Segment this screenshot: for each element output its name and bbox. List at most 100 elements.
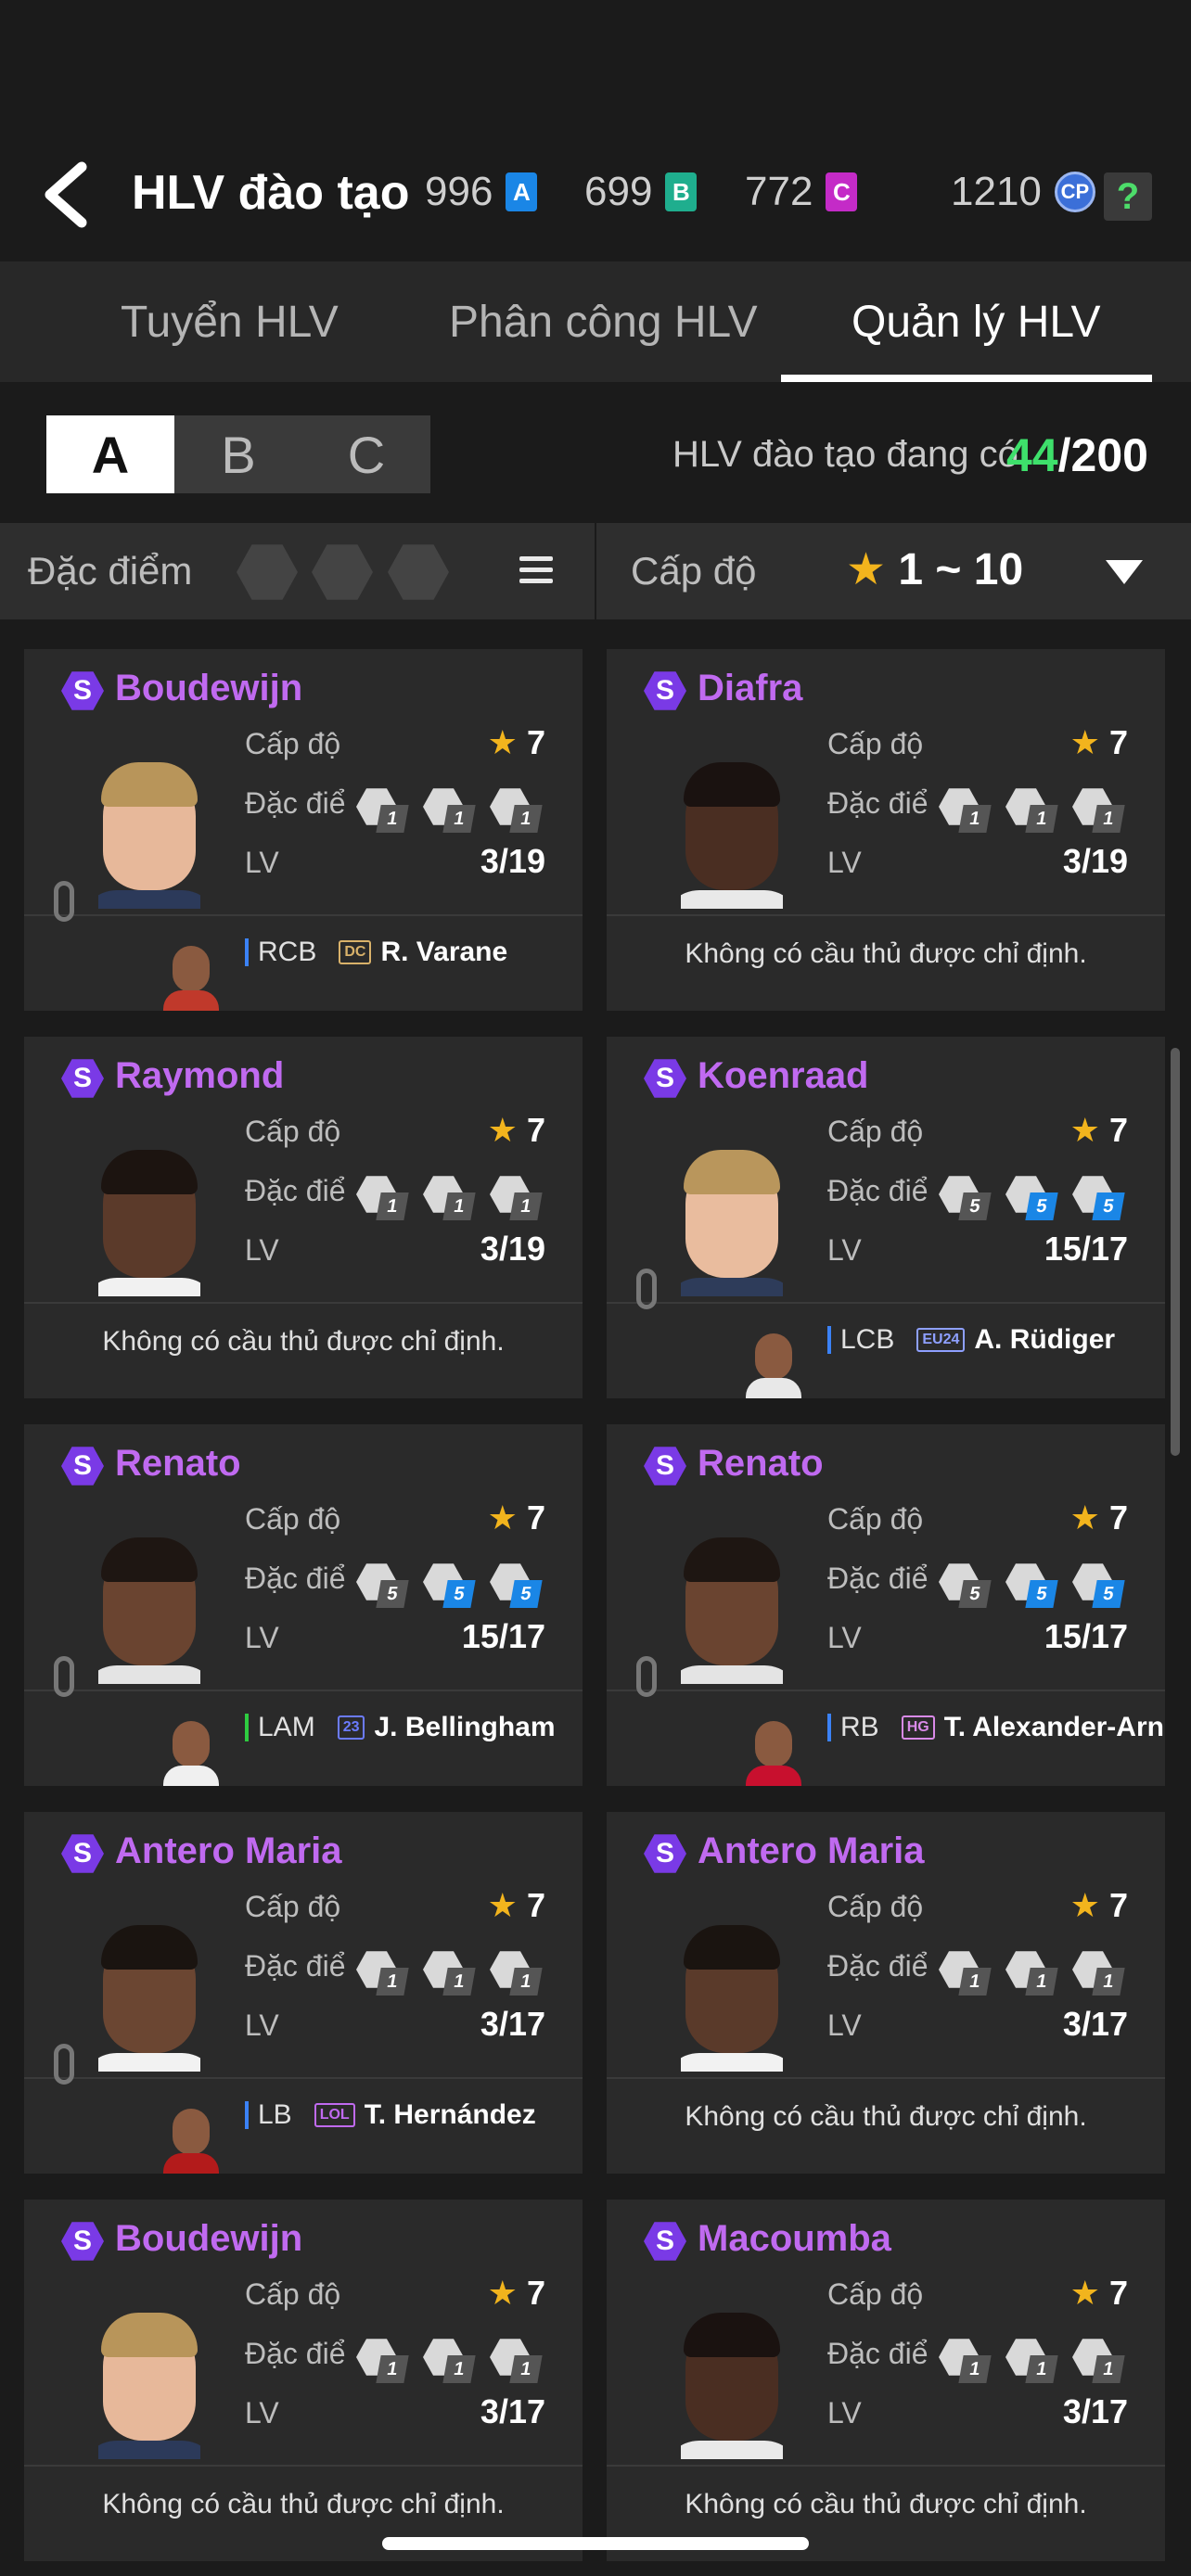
lv-label: LV: [827, 2396, 862, 2429]
coach-count-current: 44: [1006, 429, 1058, 481]
assigned-player[interactable]: LB LOL T. Hernández: [245, 2099, 536, 2131]
star-icon: ★: [487, 2274, 518, 2312]
coach-level: ★ 7: [488, 1498, 545, 1537]
level-range[interactable]: ★ 1 ~ 10: [846, 543, 1023, 595]
coach-portrait: [681, 1914, 783, 2072]
trait-list: 1 1 1: [356, 2337, 543, 2383]
trait-label: Đặc điểm: [245, 2337, 347, 2370]
no-player-text: Không có cầu thủ được chỉ định.: [102, 2489, 505, 2519]
home-indicator: [382, 2537, 809, 2550]
trait-icon: 1: [939, 786, 992, 833]
lv-label: LV: [827, 1621, 862, 1654]
coach-card[interactable]: S Antero Maria Cấp độ ★ 7 Đặc điểm 1 1 1 LV 3/17 K…: [607, 1812, 1165, 2174]
level-range-value: 1 ~ 10: [886, 545, 1024, 594]
coach-level-value: 7: [526, 723, 545, 761]
no-player-text: Không có cầu thủ được chỉ định.: [685, 2489, 1087, 2519]
star-icon: ★: [1069, 2274, 1100, 2312]
trait-icon: 1: [423, 1949, 476, 1996]
assigned-player[interactable]: LCB EU24 A. Rüdiger: [827, 1324, 1115, 1356]
level-label: Cấp độ: [827, 1115, 924, 1148]
coach-portrait: [98, 751, 200, 909]
card-divider: [24, 2077, 583, 2079]
trait-icon: 1: [356, 1174, 409, 1220]
filter-bar: Đặc điểm c Cấp độ ★ 1 ~ 10: [0, 523, 1191, 619]
coach-card[interactable]: S RenatoCấp độ ★ 7 Đặc điểm 5 5 5 LV 15/17 RB HG T.…: [607, 1424, 1165, 1786]
trait-level: 1: [1025, 2355, 1058, 2383]
trait-label: Đặc điểm: [827, 1949, 929, 1983]
assigned-player[interactable]: LAM 23 J. Bellingham: [245, 1712, 556, 1743]
segment-c[interactable]: C: [302, 415, 430, 493]
coach-card[interactable]: S Koenraad Cấp độ ★ 7 Đặc điểm 5 5 5 LV 15/17 LCB E…: [607, 1037, 1165, 1398]
currency-c-icon: C: [826, 172, 858, 211]
assigned-player[interactable]: RB HG T. Alexander-Arnold: [827, 1712, 1165, 1743]
player-name: T. Alexander-Arnold: [943, 1712, 1165, 1742]
coach-level-value: 7: [526, 1886, 545, 1924]
coach-level-value: 7: [1108, 1111, 1128, 1149]
coach-level: ★ 7: [488, 1886, 545, 1925]
trait-level: 1: [958, 805, 992, 833]
coach-card[interactable]: S Diafra Cấp độ ★ 7 Đặc điểm 1 1 1 LV 3/19 Không c…: [607, 649, 1165, 1011]
level-filter-label: Cấp độ: [631, 549, 757, 593]
trait-level: 1: [509, 1968, 543, 1996]
segment-a[interactable]: A: [46, 415, 174, 493]
tab-recruit[interactable]: Tuyển HLV: [121, 297, 339, 348]
coach-card[interactable]: S Raymond Cấp độ ★ 7 Đặc điểm 1 1 1 LV 3/19 Không …: [24, 1037, 583, 1398]
trait-level: 1: [1092, 2355, 1125, 2383]
coach-level: ★ 7: [1070, 1498, 1128, 1537]
level-label: Cấp độ: [245, 1115, 341, 1148]
trait-slot-2[interactable]: [312, 544, 373, 600]
coach-name: Raymond: [115, 1055, 285, 1096]
trait-level: 1: [1025, 1968, 1058, 1996]
player-thumbnail: [163, 1702, 219, 1786]
player-position: LCB: [840, 1324, 895, 1355]
help-button[interactable]: ?: [1104, 172, 1152, 221]
menu-icon[interactable]: [519, 556, 553, 584]
trait-level: 5: [1092, 1192, 1125, 1220]
star-icon: ★: [1069, 1886, 1100, 1924]
card-divider: [24, 1690, 583, 1691]
trait-label: Đặc điểm: [827, 786, 929, 820]
tab-manage[interactable]: Quản lý HLV: [852, 297, 1101, 348]
s-rank-icon: S: [61, 1059, 104, 1098]
coach-portrait: [681, 751, 783, 909]
link-icon: [54, 1656, 74, 1697]
no-player-text: Không có cầu thủ được chỉ định.: [685, 938, 1087, 969]
coach-level-value: 7: [526, 1111, 545, 1149]
trait-icon: 5: [490, 1562, 543, 1608]
header-bar: HLV đào tạo 996 A 699 B 772 C 1210 CP ?: [0, 0, 1191, 261]
trait-icon: 1: [490, 1174, 543, 1220]
lv-label: LV: [827, 2009, 862, 2042]
coach-lv: 15/17: [461, 1617, 545, 1655]
dropdown-arrow-icon[interactable]: [1106, 560, 1143, 584]
assigned-player[interactable]: RCB DC R. Varane: [245, 937, 507, 968]
trait-icon: 5: [423, 1562, 476, 1608]
position-color-bar: [827, 1714, 831, 1741]
back-arrow-icon[interactable]: [37, 158, 102, 232]
trait-icon: 5: [1072, 1562, 1125, 1608]
coach-count: 44/200: [1006, 428, 1148, 482]
tab-bar: Tuyển HLV Phân công HLV Quản lý HLV: [0, 261, 1191, 382]
season-badge: 23: [337, 1715, 365, 1740]
trait-slot-3[interactable]: [388, 544, 449, 600]
trait-icon: 1: [490, 786, 543, 833]
trait-slot-1[interactable]: [237, 544, 298, 600]
coach-card[interactable]: S Macoumba Cấp độ ★ 7 Đặc điểm 1 1 1 LV 3/17 Không…: [607, 2200, 1165, 2561]
segment-b[interactable]: B: [174, 415, 302, 493]
coach-card[interactable]: S Antero Maria Cấp độ ★ 7 Đặc điểm 1 1 1 LV 3/17 L…: [24, 1812, 583, 2174]
coach-lv: 3/19: [480, 842, 545, 880]
trait-level: 1: [376, 1968, 409, 1996]
trait-icon: 1: [1072, 1949, 1125, 1996]
trait-icon: 1: [1072, 786, 1125, 833]
scrollbar[interactable]: [1171, 1048, 1180, 1456]
player-thumbnail: [163, 927, 219, 1011]
coach-level: ★ 7: [488, 723, 545, 762]
coach-card[interactable]: S Boudewijn Cấp độ ★ 7 Đặc điểm 1 1 1 LV 3/19 RCB D…: [24, 649, 583, 1011]
coach-card[interactable]: S RenatoCấp độ ★ 7 Đặc điểm 5 5 5 LV 15/17 LAM 23 J…: [24, 1424, 583, 1786]
trait-level: 1: [442, 1192, 476, 1220]
tab-assign[interactable]: Phân công HLV: [449, 297, 758, 348]
trait-filter-label[interactable]: Đặc điểm c: [28, 549, 190, 593]
coach-card[interactable]: S Boudewijn Cấp độ ★ 7 Đặc điểm 1 1 1 LV 3/17 Khôn…: [24, 2200, 583, 2561]
player-name: T. Hernández: [364, 2099, 536, 2130]
coach-name: Boudewijn: [115, 2218, 303, 2259]
card-divider: [24, 1302, 583, 1304]
